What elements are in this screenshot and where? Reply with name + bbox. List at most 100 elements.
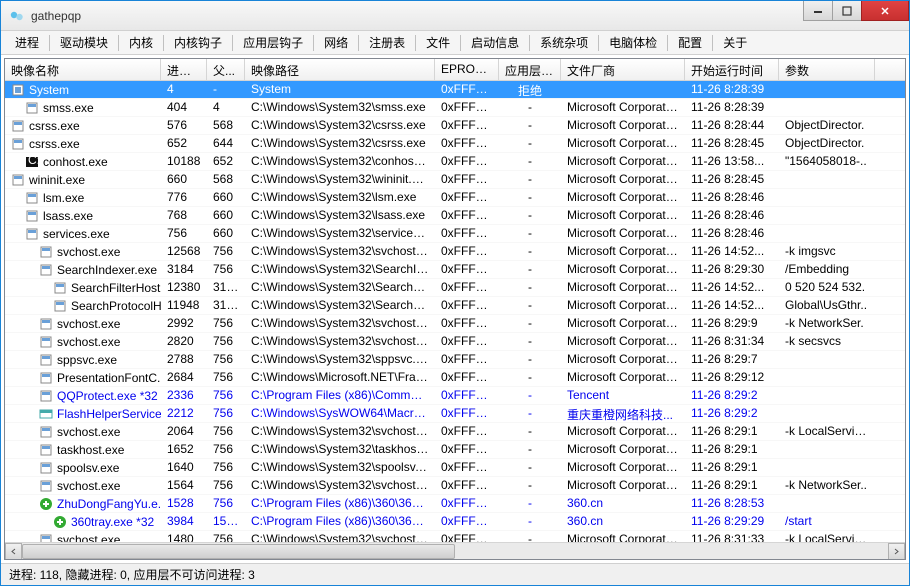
- minimize-button[interactable]: [803, 1, 833, 21]
- cell-ppid: 756: [207, 243, 245, 260]
- cell-path: C:\Windows\System32\SearchInd...: [245, 261, 435, 278]
- cell-start: 11-26 14:52...: [685, 279, 779, 296]
- cell-eproc: 0xFFFFF...: [435, 243, 499, 260]
- cell-ppid: 3184: [207, 279, 245, 296]
- col-path[interactable]: 映像路径: [245, 59, 435, 80]
- menu-3[interactable]: 内核钩子: [166, 31, 230, 54]
- table-row[interactable]: svchost.exe2992756C:\Windows\System32\sv…: [5, 315, 905, 333]
- cell-name: SearchProtocolH...: [5, 297, 161, 314]
- col-args[interactable]: 参数: [779, 59, 875, 80]
- process-icon: [53, 299, 67, 313]
- col-pid[interactable]: 进程ID: [161, 59, 207, 80]
- table-row[interactable]: lsm.exe776660C:\Windows\System32\lsm.exe…: [5, 189, 905, 207]
- process-icon: [11, 137, 25, 151]
- table-row[interactable]: lsass.exe768660C:\Windows\System32\lsass…: [5, 207, 905, 225]
- cell-name: sppsvc.exe: [5, 351, 161, 368]
- menu-12[interactable]: 关于: [715, 31, 755, 54]
- col-vendor[interactable]: 文件厂商: [561, 59, 685, 80]
- cell-ppid: 756: [207, 351, 245, 368]
- scroll-right-icon[interactable]: [888, 543, 905, 560]
- menu-1[interactable]: 驱动模块: [52, 31, 116, 54]
- table-row[interactable]: svchost.exe2064756C:\Windows\System32\sv…: [5, 423, 905, 441]
- cell-name: svchost.exe: [5, 315, 161, 332]
- table-row[interactable]: taskhost.exe1652756C:\Windows\System32\t…: [5, 441, 905, 459]
- menu-8[interactable]: 启动信息: [463, 31, 527, 54]
- cell-vendor: Microsoft Corporation: [561, 153, 685, 170]
- menu-6[interactable]: 注册表: [361, 31, 413, 54]
- table-row[interactable]: C:\conhost.exe10188652C:\Windows\System3…: [5, 153, 905, 171]
- horizontal-scrollbar[interactable]: [5, 542, 905, 559]
- process-icon: [39, 353, 53, 367]
- cell-args: [779, 225, 875, 242]
- cell-access: -: [499, 315, 561, 332]
- menu-9[interactable]: 系统杂项: [532, 31, 596, 54]
- table-row[interactable]: spoolsv.exe1640756C:\Windows\System32\sp…: [5, 459, 905, 477]
- menu-4[interactable]: 应用层钩子: [235, 31, 311, 54]
- table-row[interactable]: svchost.exe1564756C:\Windows\System32\sv…: [5, 477, 905, 495]
- cell-args: Global\UsGthr..: [779, 297, 875, 314]
- process-icon: [53, 515, 67, 529]
- scroll-thumb[interactable]: [22, 544, 455, 559]
- cell-path: System: [245, 81, 435, 98]
- table-row[interactable]: svchost.exe12568756C:\Windows\System32\s…: [5, 243, 905, 261]
- cell-path: C:\Windows\System32\svchost.exe: [245, 423, 435, 440]
- table-row[interactable]: svchost.exe2820756C:\Windows\System32\sv…: [5, 333, 905, 351]
- table-row[interactable]: SearchProtocolH...119483184C:\Windows\Sy…: [5, 297, 905, 315]
- table-row[interactable]: ZhuDongFangYu.e...1528756C:\Program File…: [5, 495, 905, 513]
- table-row[interactable]: QQProtect.exe *322336756C:\Program Files…: [5, 387, 905, 405]
- grid-header: 映像名称 进程ID 父... 映像路径 EPROCESS 应用层访... 文件厂…: [5, 59, 905, 81]
- cell-name: svchost.exe: [5, 423, 161, 440]
- table-row[interactable]: services.exe756660C:\Windows\System32\se…: [5, 225, 905, 243]
- table-row[interactable]: smss.exe4044C:\Windows\System32\smss.exe…: [5, 99, 905, 117]
- menu-0[interactable]: 进程: [7, 31, 47, 54]
- col-access[interactable]: 应用层访...: [499, 59, 561, 80]
- col-name[interactable]: 映像名称: [5, 59, 161, 80]
- menu-2[interactable]: 内核: [121, 31, 161, 54]
- titlebar[interactable]: gathepqp: [1, 1, 909, 31]
- cell-eproc: 0xFFFFF...: [435, 207, 499, 224]
- cell-ppid: 660: [207, 207, 245, 224]
- menu-11[interactable]: 配置: [670, 31, 710, 54]
- table-row[interactable]: csrss.exe576568C:\Windows\System32\csrss…: [5, 117, 905, 135]
- cell-path: C:\Windows\System32\smss.exe: [245, 99, 435, 116]
- table-row[interactable]: wininit.exe660568C:\Windows\System32\win…: [5, 171, 905, 189]
- cell-args: [779, 171, 875, 188]
- cell-args: -k imgsvc: [779, 243, 875, 260]
- cell-vendor: Microsoft Corporation: [561, 531, 685, 542]
- close-button[interactable]: [861, 1, 909, 21]
- menu-10[interactable]: 电脑体检: [601, 31, 665, 54]
- table-row[interactable]: SearchFilterHost...123803184C:\Windows\S…: [5, 279, 905, 297]
- cell-start: 11-26 8:28:39: [685, 99, 779, 116]
- cell-ppid: 756: [207, 423, 245, 440]
- process-icon: C:\: [25, 155, 39, 169]
- cell-path: C:\Windows\System32\conhost.exe: [245, 153, 435, 170]
- table-row[interactable]: SearchIndexer.exe3184756C:\Windows\Syste…: [5, 261, 905, 279]
- table-row[interactable]: 360tray.exe *3239841528C:\Program Files …: [5, 513, 905, 531]
- cell-pid: 3984: [161, 513, 207, 530]
- cell-start: 11-26 8:29:2: [685, 387, 779, 404]
- cell-eproc: 0xFFFFF...: [435, 459, 499, 476]
- menu-7[interactable]: 文件: [418, 31, 458, 54]
- cell-access: -: [499, 171, 561, 188]
- cell-ppid: 756: [207, 531, 245, 542]
- cell-pid: 3184: [161, 261, 207, 278]
- col-ppid[interactable]: 父...: [207, 59, 245, 80]
- cell-name: svchost.exe: [5, 531, 161, 542]
- table-row[interactable]: svchost.exe1480756C:\Windows\System32\sv…: [5, 531, 905, 542]
- process-icon: [39, 263, 53, 277]
- table-row[interactable]: sppsvc.exe2788756C:\Windows\System32\spp…: [5, 351, 905, 369]
- cell-args: /Embedding: [779, 261, 875, 278]
- window-title: gathepqp: [31, 9, 81, 23]
- grid-body[interactable]: System4-System0xFFFFF...拒绝11-26 8:28:39s…: [5, 81, 905, 542]
- col-start[interactable]: 开始运行时间: [685, 59, 779, 80]
- table-row[interactable]: System4-System0xFFFFF...拒绝11-26 8:28:39: [5, 81, 905, 99]
- maximize-button[interactable]: [832, 1, 862, 21]
- scroll-left-icon[interactable]: [5, 543, 22, 560]
- table-row[interactable]: PresentationFontC...2684756C:\Windows\Mi…: [5, 369, 905, 387]
- table-row[interactable]: csrss.exe652644C:\Windows\System32\csrss…: [5, 135, 905, 153]
- col-eproc[interactable]: EPROCESS: [435, 59, 499, 80]
- table-row[interactable]: FlashHelperService...2212756C:\Windows\S…: [5, 405, 905, 423]
- cell-path: C:\Windows\System32\lsm.exe: [245, 189, 435, 206]
- cell-args: -k NetworkSer.: [779, 315, 875, 332]
- menu-5[interactable]: 网络: [316, 31, 356, 54]
